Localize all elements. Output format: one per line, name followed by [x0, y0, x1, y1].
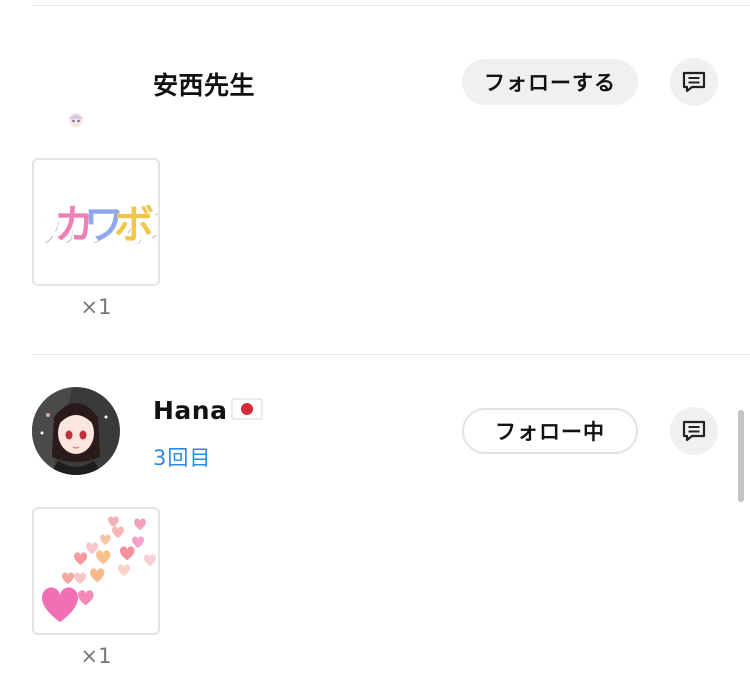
gift-count: ×1: [80, 644, 112, 668]
follow-button[interactable]: フォローする: [462, 59, 638, 105]
message-button[interactable]: [670, 407, 718, 455]
message-button[interactable]: [670, 58, 718, 106]
svg-text:ボ: ボ: [114, 202, 154, 248]
chat-bubble-icon: [682, 71, 706, 93]
avatar[interactable]: [67, 110, 85, 128]
username[interactable]: Hana: [153, 396, 263, 427]
chat-bubble-icon: [682, 420, 706, 442]
gift-history-list: 安西先生 フォローする カワボ カワボ カ ワ ボ ×1 Hana 3回目 フォ…: [0, 0, 750, 698]
gift-card[interactable]: カワボ カワボ カ ワ ボ: [32, 158, 160, 286]
kawabo-gift-icon: カワボ カワボ カ ワ ボ: [34, 199, 158, 251]
japan-flag-icon: [231, 397, 263, 427]
scrollbar[interactable]: [738, 410, 744, 502]
visit-count: 3回目: [153, 446, 212, 470]
following-button[interactable]: フォロー中: [462, 408, 638, 454]
divider: [32, 5, 750, 6]
gift-card[interactable]: [32, 507, 160, 635]
username[interactable]: 安西先生: [153, 66, 255, 102]
divider: [32, 354, 750, 355]
hearts-gift-icon: [42, 516, 156, 622]
username-text: Hana: [153, 396, 228, 425]
gift-count: ×1: [80, 295, 112, 319]
avatar[interactable]: [32, 387, 120, 475]
